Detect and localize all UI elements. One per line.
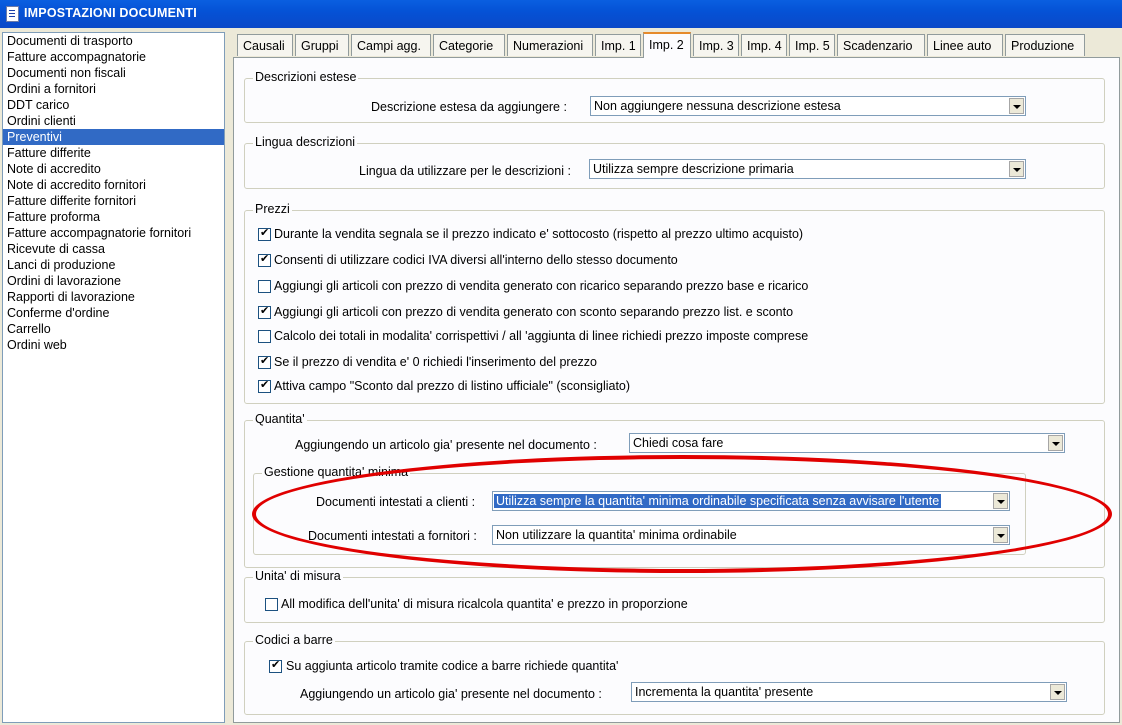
select-value: Non utilizzare la quantita' minima ordin… xyxy=(496,528,737,542)
select-value: Chiedi cosa fare xyxy=(633,436,724,450)
lingua-select[interactable]: Utilizza sempre descrizione primaria xyxy=(589,159,1026,179)
list-item[interactable]: Rapporti di lavorazione xyxy=(3,289,224,305)
descrizione-estesa-select[interactable]: Non aggiungere nessuna descrizione estes… xyxy=(590,96,1026,116)
checkbox[interactable] xyxy=(258,354,271,369)
document-type-list[interactable]: Documenti di trasporto Fatture accompagn… xyxy=(2,32,225,723)
tab-campi-agg[interactable]: Campi agg. xyxy=(351,34,431,56)
list-item[interactable]: Fatture differite xyxy=(3,145,224,161)
checkbox-label[interactable]: Aggiungi gli articoli con prezzo di vend… xyxy=(274,279,808,293)
checkbox-label[interactable]: Durante la vendita segnala se il prezzo … xyxy=(274,227,803,241)
chevron-down-icon[interactable] xyxy=(993,493,1008,509)
title-bar[interactable]: IMPOSTAZIONI DOCUMENTI xyxy=(0,0,1122,28)
select-value: Non aggiungere nessuna descrizione estes… xyxy=(594,99,841,113)
group-descrizioni-estese: Descrizioni estese Descrizione estesa da… xyxy=(244,70,1105,123)
checkbox[interactable] xyxy=(258,304,271,319)
list-item[interactable]: Fatture accompagnatorie xyxy=(3,49,224,65)
group-title: Prezzi xyxy=(253,202,292,216)
list-item[interactable]: Fatture proforma xyxy=(3,209,224,225)
group-title: Gestione quantita' minima xyxy=(262,465,411,479)
tab-imp-3[interactable]: Imp. 3 xyxy=(693,34,739,56)
barre-duplicato-label: Aggiungendo un articolo gia' presente ne… xyxy=(300,687,602,701)
tab-categorie[interactable]: Categorie xyxy=(433,34,505,56)
group-codici-a-barre: Codici a barre Su aggiunta articolo tram… xyxy=(244,633,1105,715)
lingua-label: Lingua da utilizzare per le descrizioni … xyxy=(359,164,571,178)
tab-imp-1[interactable]: Imp. 1 xyxy=(595,34,641,56)
group-prezzi: Prezzi Durante la vendita segnala se il … xyxy=(244,202,1105,404)
list-item[interactable]: Ordini a fornitori xyxy=(3,81,224,97)
clienti-quantita-minima-select[interactable]: Utilizza sempre la quantita' minima ordi… xyxy=(492,491,1010,511)
group-unita-misura: Unita' di misura All modifica dell'unita… xyxy=(244,569,1105,623)
chevron-down-icon[interactable] xyxy=(1009,98,1024,114)
app-icon xyxy=(6,6,19,22)
list-item[interactable]: Ordini web xyxy=(3,337,224,353)
list-item[interactable]: Documenti non fiscali xyxy=(3,65,224,81)
checkbox[interactable] xyxy=(258,280,271,293)
chevron-down-icon[interactable] xyxy=(1009,161,1024,177)
quantita-duplicato-label: Aggiungendo un articolo gia' presente ne… xyxy=(295,438,597,452)
clienti-label: Documenti intestati a clienti : xyxy=(316,495,476,509)
checkbox-label[interactable]: Se il prezzo di vendita e' 0 richiedi l'… xyxy=(274,355,597,369)
tab-produzione[interactable]: Produzione xyxy=(1005,34,1085,56)
checkbox[interactable] xyxy=(258,378,271,393)
checkbox[interactable] xyxy=(258,226,271,241)
tab-gruppi[interactable]: Gruppi xyxy=(295,34,349,56)
list-item[interactable]: Fatture differite fornitori xyxy=(3,193,224,209)
group-lingua-descrizioni: Lingua descrizioni Lingua da utilizzare … xyxy=(244,135,1105,189)
group-title: Unita' di misura xyxy=(253,569,343,583)
checkbox-label[interactable]: Su aggiunta articolo tramite codice a ba… xyxy=(286,659,618,673)
fornitori-label: Documenti intestati a fornitori : xyxy=(308,529,477,543)
group-quantita: Quantita' Aggiungendo un articolo gia' p… xyxy=(244,412,1105,568)
checkbox-label[interactable]: Attiva campo "Sconto dal prezzo di listi… xyxy=(274,379,630,393)
group-title: Quantita' xyxy=(253,412,307,426)
list-item-selected[interactable]: Preventivi xyxy=(3,129,224,145)
fornitori-quantita-minima-select[interactable]: Non utilizzare la quantita' minima ordin… xyxy=(492,525,1010,545)
window-title: IMPOSTAZIONI DOCUMENTI xyxy=(24,6,197,20)
list-item[interactable]: Documenti di trasporto xyxy=(3,33,224,49)
tab-numerazioni[interactable]: Numerazioni xyxy=(507,34,593,56)
list-item[interactable]: Conferme d'ordine xyxy=(3,305,224,321)
tab-scadenzario[interactable]: Scadenzario xyxy=(837,34,925,56)
tab-imp-5[interactable]: Imp. 5 xyxy=(789,34,835,56)
barre-duplicato-select[interactable]: Incrementa la quantita' presente xyxy=(631,682,1067,702)
quantita-duplicato-select[interactable]: Chiedi cosa fare xyxy=(629,433,1065,453)
list-item[interactable]: Ricevute di cassa xyxy=(3,241,224,257)
checkbox-label[interactable]: Consenti di utilizzare codici IVA divers… xyxy=(274,253,678,267)
tab-imp-4[interactable]: Imp. 4 xyxy=(741,34,787,56)
select-value: Incrementa la quantita' presente xyxy=(635,685,814,699)
checkbox-label[interactable]: Aggiungi gli articoli con prezzo di vend… xyxy=(274,305,793,319)
checkbox-label[interactable]: Calcolo dei totali in modalita' corrispe… xyxy=(274,329,808,343)
checkbox[interactable] xyxy=(265,598,278,611)
chevron-down-icon[interactable] xyxy=(1050,684,1065,700)
list-item[interactable]: Ordini di lavorazione xyxy=(3,273,224,289)
list-item[interactable]: Note di accredito fornitori xyxy=(3,177,224,193)
descrizione-estesa-label: Descrizione estesa da aggiungere : xyxy=(371,100,567,114)
select-value: Utilizza sempre descrizione primaria xyxy=(593,162,794,176)
list-item[interactable]: DDT carico xyxy=(3,97,224,113)
chevron-down-icon[interactable] xyxy=(1048,435,1063,451)
chevron-down-icon[interactable] xyxy=(993,527,1008,543)
checkbox-label[interactable]: All modifica dell'unita' di misura rical… xyxy=(281,597,688,611)
group-title: Descrizioni estese xyxy=(253,70,359,84)
list-item[interactable]: Note di accredito xyxy=(3,161,224,177)
tab-imp-2[interactable]: Imp. 2 xyxy=(643,32,691,58)
checkbox[interactable] xyxy=(258,252,271,267)
group-quantita-minima: Gestione quantita' minima Documenti inte… xyxy=(253,465,1026,555)
tab-linee-auto[interactable]: Linee auto xyxy=(927,34,1003,56)
select-value: Utilizza sempre la quantita' minima ordi… xyxy=(494,494,942,508)
list-item[interactable]: Carrello xyxy=(3,321,224,337)
list-item[interactable]: Fatture accompagnatorie fornitori xyxy=(3,225,224,241)
group-title: Codici a barre xyxy=(253,633,335,647)
group-title: Lingua descrizioni xyxy=(253,135,358,149)
list-item[interactable]: Ordini clienti xyxy=(3,113,224,129)
checkbox[interactable] xyxy=(258,330,271,343)
tab-panel-imp-2: Descrizioni estese Descrizione estesa da… xyxy=(233,57,1120,723)
checkbox[interactable] xyxy=(269,658,282,673)
tab-causali[interactable]: Causali xyxy=(237,34,293,56)
list-item[interactable]: Lanci di produzione xyxy=(3,257,224,273)
